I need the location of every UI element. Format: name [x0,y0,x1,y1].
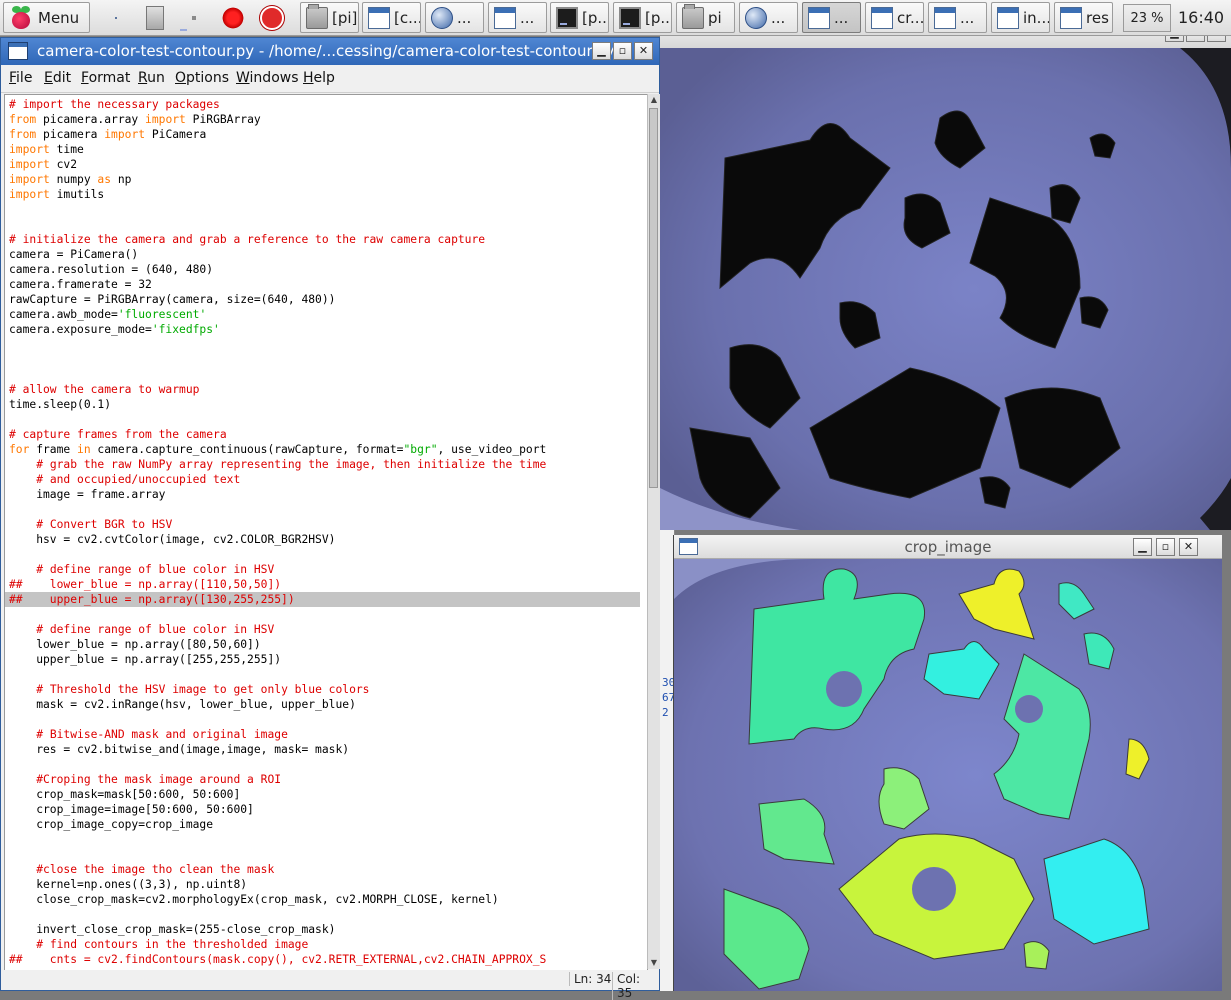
window-icon [1060,6,1082,29]
res-image [660,48,1231,530]
menu-windows[interactable]: Windows [236,70,299,86]
taskbar-window-button[interactable]: ... [425,2,484,33]
clock[interactable]: 16:40 [1178,0,1224,36]
terminal-icon [192,16,196,20]
wolf-icon [260,6,284,30]
taskbar-window-button[interactable]: [p... [613,2,672,33]
taskbar-window-label: ... [771,8,786,27]
window-icon [871,6,893,29]
crop-titlebar[interactable]: crop_image ▁ ▫ ✕ [674,535,1222,559]
filing-cabinet-icon [146,6,164,30]
taskbar-window-button[interactable]: pi [676,2,735,33]
taskbar-window-label: res [1086,8,1109,27]
menu-button[interactable]: Menu [3,2,90,33]
taskbar-window-button[interactable]: ... [928,2,987,33]
globe-icon [431,6,453,29]
globe-icon [745,6,767,29]
window-icon [997,6,1019,29]
status-column: Col: 35 [612,972,659,1000]
window-icon [808,6,830,29]
taskbar-window-button[interactable]: ... [802,2,861,33]
menu-edit[interactable]: Edit [44,70,71,86]
taskbar-window-label: [p... [582,8,609,27]
terminal-icon [556,6,578,29]
folder-icon [682,3,704,29]
window-icon [494,6,516,29]
taskbar-window-label: ... [520,8,535,27]
minimize-button[interactable]: ▁ [592,42,611,60]
taskbar-window-button[interactable]: [c... [362,2,421,33]
terminal-icon [619,6,641,29]
cpu-monitor[interactable]: 23 % [1123,4,1171,32]
window-icon [8,42,28,60]
taskbar: Menu [pi] [c......... [p... [p... pi...... cr… [0,0,1231,36]
taskbar-window-label: in... [1023,8,1050,27]
crop-image-window[interactable]: crop_image ▁ ▫ ✕ [673,535,1222,991]
taskbar-window-button[interactable]: ... [739,2,798,33]
res-titlebar[interactable]: res ▁ ▫ ✕ [660,36,1231,48]
close-button[interactable]: ✕ [1179,538,1198,556]
taskbar-window-button[interactable]: ... [488,2,547,33]
editor-titlebar[interactable]: camera-color-test-contour.py - /home/...… [1,38,659,65]
taskbar-window-button[interactable]: in... [991,2,1050,33]
res-window[interactable]: res ▁ ▫ ✕ [660,36,1231,530]
taskbar-window-button[interactable]: cr... [865,2,924,33]
web-browser-launcher[interactable] [100,3,132,33]
taskbar-window-label: cr... [897,8,924,27]
status-line: Ln: 34 [569,972,615,986]
close-button[interactable]: ✕ [1207,36,1226,42]
starburst-icon [221,6,245,30]
taskbar-window-label: ... [960,8,975,27]
menu-file[interactable]: File [9,70,32,86]
crop-image [674,559,1222,991]
maximize-button[interactable]: ▫ [613,42,632,60]
menu-run[interactable]: Run [138,70,165,86]
res-window-title: res [660,36,1171,37]
raspberry-pi-icon [10,5,32,30]
menu-format[interactable]: Format [81,70,130,86]
wolfram-launcher[interactable] [256,3,288,33]
menubar: File Edit Format Run Options Windows Help [1,65,659,93]
taskbar-window-label: ... [834,8,849,27]
taskbar-window-label: [p... [645,8,672,27]
menu-label: Menu [38,8,80,27]
minimize-button[interactable]: ▁ [1165,36,1184,42]
close-button[interactable]: ✕ [634,42,653,60]
code-text[interactable]: # import the necessary packages from pic… [5,97,640,967]
code-editor[interactable]: # import the necessary packages from pic… [4,94,648,971]
taskbar-window-button[interactable]: res [1054,2,1113,33]
idle-editor-window[interactable]: camera-color-test-contour.py - /home/...… [0,37,660,1000]
maximize-button[interactable]: ▫ [1186,36,1205,42]
vertical-scrollbar[interactable]: ▲ ▼ [647,94,660,969]
minimize-button[interactable]: ▁ [1133,538,1152,556]
scrollbar-thumb[interactable] [649,108,658,488]
taskbar-window-label: [c... [394,8,421,27]
taskbar-window-label: ... [457,8,472,27]
scroll-down-arrow-icon[interactable]: ▼ [648,957,660,969]
taskbar-window-label: pi [708,8,722,27]
scroll-up-arrow-icon[interactable]: ▲ [648,94,660,106]
taskbar-window-button[interactable]: [p... [550,2,609,33]
globe-icon [115,17,117,19]
editor-title: camera-color-test-contour.py - /home/...… [37,42,615,60]
taskbar-window-button[interactable]: [pi] [300,2,359,33]
taskbar-window-label: [pi] [332,8,358,27]
window-icon [368,6,390,29]
terminal-launcher[interactable] [178,3,210,33]
file-manager-launcher[interactable] [139,3,171,33]
menu-help[interactable]: Help [303,70,335,86]
folder-icon [306,3,328,29]
window-icon [934,6,956,29]
maximize-button[interactable]: ▫ [1156,538,1175,556]
mathematica-launcher[interactable] [217,3,249,33]
status-bar: Ln: 34 Col: 35 [1,970,659,1000]
menu-options[interactable]: Options [175,70,229,86]
